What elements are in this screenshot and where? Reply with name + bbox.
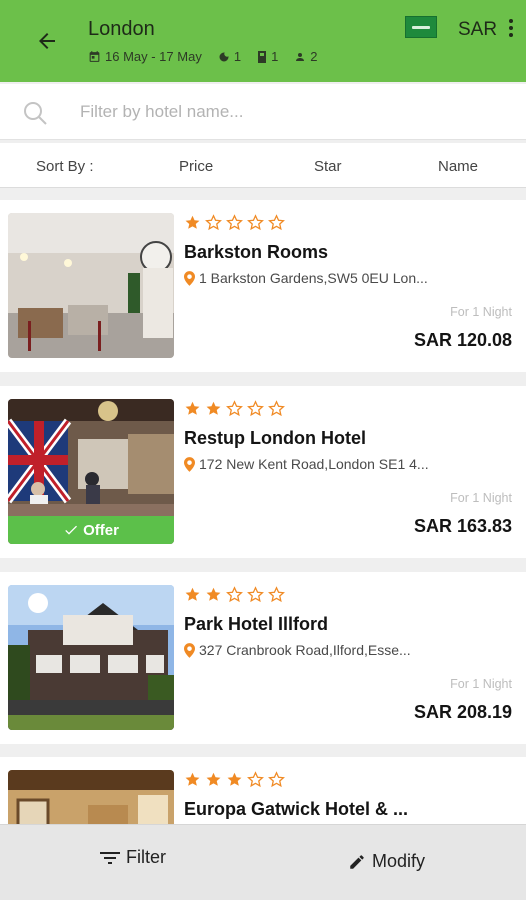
location-pin-icon	[184, 270, 195, 286]
moon-icon	[218, 51, 230, 63]
filter-button[interactable]: Filter	[100, 847, 166, 868]
hotel-photo	[8, 213, 174, 358]
app-header: London 16 May - 17 May 1 1 2 SAR	[0, 0, 526, 82]
hotel-photo	[8, 585, 174, 730]
hotel-search-bar	[0, 84, 526, 140]
nights-count: 1	[233, 49, 242, 64]
price-duration: For 1 Night	[450, 305, 512, 319]
hotel-address: 172 New Kent Road,London SE1 4...	[184, 456, 429, 472]
star-rating	[184, 771, 285, 788]
hotel-address: 1 Barkston Gardens,SW5 0EU Lon...	[184, 270, 428, 286]
address-text: 172 New Kent Road,London SE1 4...	[199, 456, 429, 472]
modify-button[interactable]: Modify	[348, 851, 425, 872]
address-text: 327 Cranbrook Road,Ilford,Esse...	[199, 642, 411, 658]
rooms-count: 1	[271, 49, 279, 64]
hotel-address: 327 Cranbrook Road,Ilford,Esse...	[184, 642, 411, 658]
offer-label: Offer	[83, 521, 119, 539]
destination-city: London	[88, 18, 155, 40]
calendar-icon	[88, 50, 101, 63]
star-outline-icon	[226, 400, 243, 417]
saudi-flag-icon[interactable]	[405, 16, 437, 38]
star-filled-icon	[227, 772, 242, 786]
filter-label: Filter	[126, 847, 166, 867]
modify-label: Modify	[372, 851, 426, 871]
star-rating	[184, 400, 285, 417]
star-outline-icon	[205, 214, 222, 231]
star-outline-icon	[247, 400, 264, 417]
sort-by-name[interactable]: Name	[438, 158, 478, 175]
location-pin-icon	[184, 642, 195, 658]
hotel-name: Park Hotel Illford	[184, 614, 329, 634]
sort-by-label: Sort By :	[36, 158, 94, 175]
more-options-icon[interactable]	[506, 16, 516, 40]
hotel-results-screen: London 16 May - 17 May 1 1 2 SAR Filter …	[0, 0, 526, 900]
hotel-name: Europa Gatwick Hotel & ...	[184, 799, 409, 819]
filter-icon	[100, 851, 120, 864]
star-filled-icon	[185, 772, 200, 786]
back-button[interactable]	[30, 24, 64, 58]
hotel-name: Barkston Rooms	[184, 242, 329, 262]
star-rating	[184, 586, 285, 603]
pencil-icon	[350, 854, 364, 869]
star-outline-icon	[226, 214, 243, 231]
location-pin-icon	[184, 456, 195, 472]
hotel-price: SAR 208.19	[413, 702, 512, 722]
star-outline-icon	[226, 586, 243, 603]
star-outline-icon	[268, 400, 285, 417]
star-outline-icon	[247, 771, 264, 788]
hotel-card[interactable]: Park Hotel Illford 327 Cranbrook Road,Il…	[0, 572, 526, 744]
star-outline-icon	[268, 771, 285, 788]
booking-summary: 16 May - 17 May 1 1 2	[88, 49, 318, 64]
hotel-card[interactable]: Offer Restup London Hotel 172 New Kent R…	[0, 386, 526, 558]
bottom-action-bar: Filter Modify	[0, 824, 526, 900]
hotel-name-filter-input[interactable]	[80, 96, 500, 128]
stay-dates: 16 May - 17 May	[105, 49, 202, 64]
star-outline-icon	[247, 586, 264, 603]
hotel-card[interactable]: Barkston Rooms 1 Barkston Gardens,SW5 0E…	[0, 200, 526, 372]
hotel-price: SAR 120.08	[413, 330, 512, 350]
star-filled-icon	[206, 772, 221, 786]
star-outline-icon	[268, 214, 285, 231]
star-filled-icon	[206, 587, 221, 601]
star-filled-icon	[185, 587, 200, 601]
star-outline-icon	[247, 214, 264, 231]
star-rating	[184, 214, 285, 231]
offer-badge: Offer	[8, 516, 174, 544]
arrow-left-icon	[39, 33, 55, 49]
sort-by-star[interactable]: Star	[314, 158, 342, 175]
sort-bar: Sort By : Price Star Name	[0, 143, 526, 188]
star-filled-icon	[185, 215, 200, 229]
sort-by-price[interactable]: Price	[179, 158, 213, 175]
guests-count: 2	[310, 49, 318, 64]
star-filled-icon	[185, 401, 200, 415]
person-icon	[294, 51, 306, 63]
price-duration: For 1 Night	[450, 677, 512, 691]
door-icon	[257, 50, 267, 64]
star-filled-icon	[206, 401, 221, 415]
hotel-photo: Offer	[8, 399, 174, 544]
price-duration: For 1 Night	[450, 491, 512, 505]
hotel-name: Restup London Hotel	[184, 428, 366, 448]
checkmark-icon	[65, 525, 78, 535]
hotel-price: SAR 163.83	[413, 516, 512, 536]
currency-selector[interactable]: SAR	[458, 19, 497, 41]
star-outline-icon	[268, 586, 285, 603]
search-icon	[22, 100, 48, 131]
address-text: 1 Barkston Gardens,SW5 0EU Lon...	[199, 270, 428, 286]
